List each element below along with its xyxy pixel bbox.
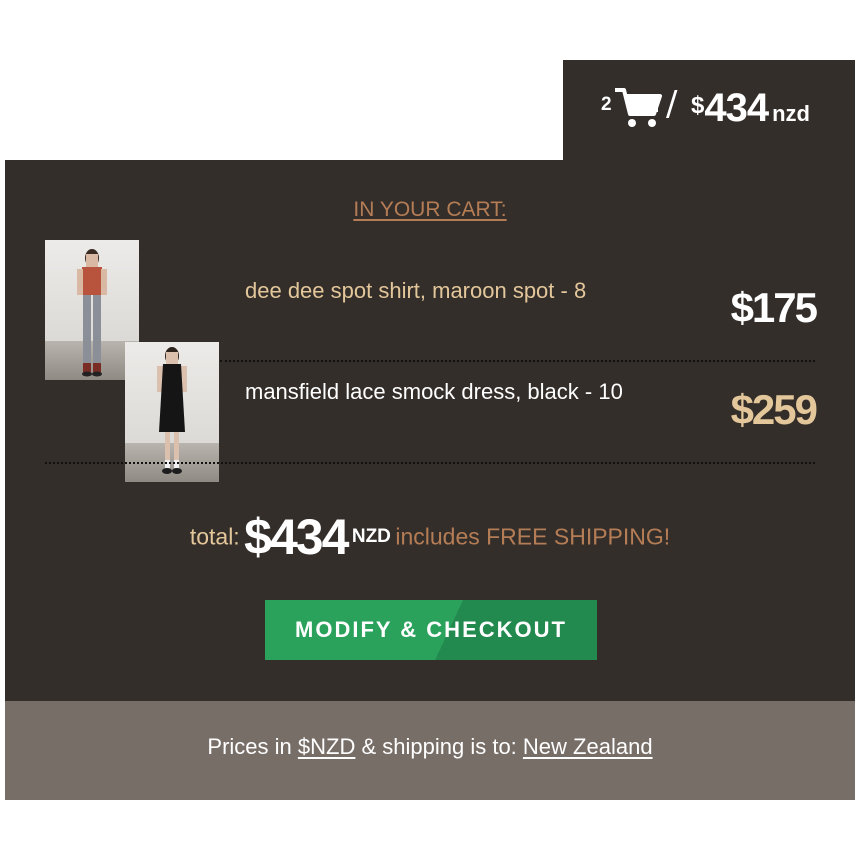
modify-checkout-button[interactable]: MODIFY & CHECKOUT [265, 600, 597, 660]
cart-item-count: 2 [601, 94, 612, 115]
cart-item-name-1[interactable]: dee dee spot shirt, maroon spot - 8 [245, 274, 685, 308]
item-divider [220, 360, 815, 362]
currency-link[interactable]: $NZD [298, 734, 355, 759]
total-label: total: [189, 523, 240, 550]
cart-item-name-2[interactable]: mansfield lace smock dress, black - 10 [245, 375, 685, 409]
cart-tab-unit: nzd [772, 101, 810, 126]
item-thumbnail-dress[interactable] [125, 342, 219, 482]
cart-tab-total[interactable]: $434 nzd [691, 86, 810, 131]
footer-text: Prices in $NZD & shipping is to: New Zea… [0, 734, 860, 760]
cart-separator: / [666, 84, 678, 124]
cart-item-price-1: $175 [730, 284, 818, 331]
shipping-country-link[interactable]: New Zealand [523, 734, 653, 759]
total-amount: $434 [244, 509, 349, 565]
cart-total-line: total: $434 NZD includes FREE SHIPPING! [0, 508, 860, 566]
item-divider [45, 462, 815, 464]
cart-item-price-2: $259 [730, 386, 818, 433]
total-currency-unit: NZD [351, 526, 391, 547]
cart-heading: IN YOUR CART: [353, 198, 507, 221]
cart-tab-currency: $ [691, 92, 705, 119]
cart-tab-amount: 434 [704, 86, 769, 130]
free-shipping-note: includes FREE SHIPPING! [395, 523, 671, 550]
shopping-cart-icon[interactable] [614, 84, 662, 130]
footer-prefix: Prices in [207, 734, 292, 759]
footer-middle: & shipping is to: [361, 734, 517, 759]
